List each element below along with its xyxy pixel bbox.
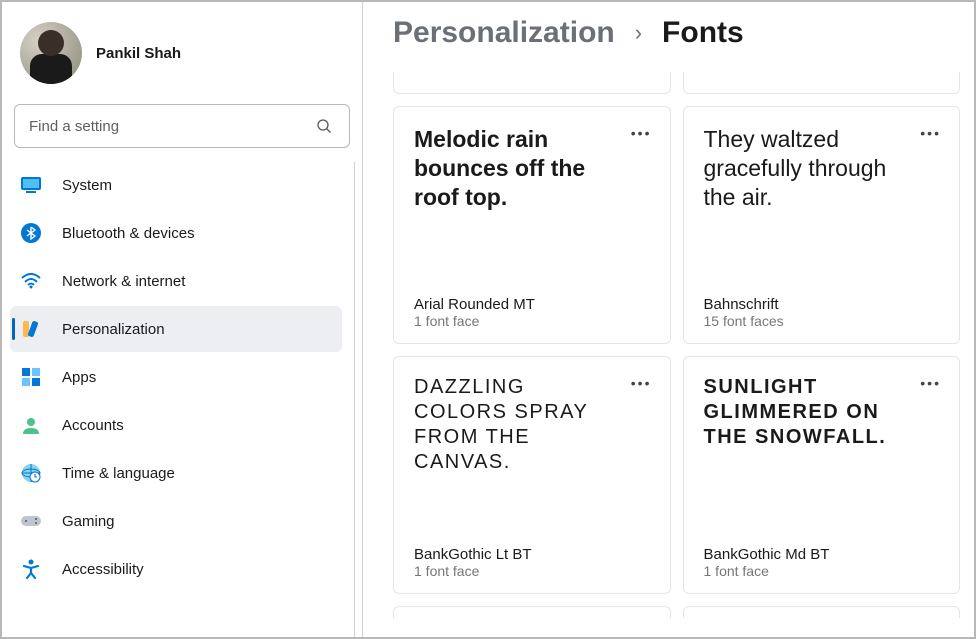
chevron-right-icon: › xyxy=(635,20,642,46)
sidebar-item-label: Time & language xyxy=(62,465,175,482)
gaming-icon xyxy=(20,510,42,532)
sidebar-item-label: System xyxy=(62,177,112,194)
sidebar-item-label: Accessibility xyxy=(62,561,144,578)
sidebar-item-label: Gaming xyxy=(62,513,115,530)
apps-icon xyxy=(20,366,42,388)
font-faces: 1 font face xyxy=(414,563,650,579)
font-card-partial[interactable] xyxy=(683,606,961,618)
font-faces: 15 font faces xyxy=(704,313,940,329)
accessibility-icon xyxy=(20,558,42,580)
profile-name: Pankil Shah xyxy=(96,45,181,62)
sidebar-item-label: Network & internet xyxy=(62,273,185,290)
font-name: BankGothic Lt BT xyxy=(414,546,650,563)
avatar xyxy=(20,22,82,84)
font-grid: ••• Melodic rain bounces off the roof to… xyxy=(393,72,960,618)
wifi-icon xyxy=(20,270,42,292)
font-name: Arial Rounded MT xyxy=(414,296,650,313)
more-icon[interactable]: ••• xyxy=(627,123,656,143)
font-preview: Melodic rain bounces off the roof top. xyxy=(414,125,650,288)
sidebar-item-bluetooth[interactable]: Bluetooth & devices xyxy=(10,210,342,256)
font-name: BankGothic Md BT xyxy=(704,546,940,563)
font-card[interactable]: ••• Dazzling colors spray from the canva… xyxy=(393,356,671,594)
search-icon xyxy=(313,115,335,137)
accounts-icon xyxy=(20,414,42,436)
sidebar-item-label: Personalization xyxy=(62,321,165,338)
font-faces: 1 font face xyxy=(704,563,940,579)
more-icon[interactable]: ••• xyxy=(627,373,656,393)
sidebar-item-label: Accounts xyxy=(62,417,124,434)
font-card-partial[interactable] xyxy=(393,72,671,94)
nav: System Bluetooth & devices Network & int… xyxy=(10,162,355,637)
sidebar-item-accessibility[interactable]: Accessibility xyxy=(10,546,342,592)
breadcrumb-current: Fonts xyxy=(662,16,744,50)
breadcrumb-parent[interactable]: Personalization xyxy=(393,16,615,50)
time-language-icon xyxy=(20,462,42,484)
sidebar-item-gaming[interactable]: Gaming xyxy=(10,498,342,544)
sidebar-item-system[interactable]: System xyxy=(10,162,342,208)
font-preview: Sunlight glimmered on the snowfall. xyxy=(704,375,940,538)
personalization-icon xyxy=(20,318,42,340)
font-card[interactable]: ••• Sunlight glimmered on the snowfall. … xyxy=(683,356,961,594)
font-preview: Dazzling colors spray from the canvas. xyxy=(414,375,650,538)
sidebar-item-personalization[interactable]: Personalization xyxy=(10,306,342,352)
font-name: Bahnschrift xyxy=(704,296,940,313)
font-card-partial[interactable] xyxy=(393,606,671,618)
sidebar-item-time-language[interactable]: Time & language xyxy=(10,450,342,496)
font-card[interactable]: ••• They waltzed gracefully through the … xyxy=(683,106,961,344)
more-icon[interactable]: ••• xyxy=(916,373,945,393)
search-box[interactable] xyxy=(14,104,350,148)
bluetooth-icon xyxy=(20,222,42,244)
breadcrumb: Personalization › Fonts xyxy=(393,16,960,72)
font-preview: They waltzed gracefully through the air. xyxy=(704,125,940,288)
system-icon xyxy=(20,174,42,196)
font-card-partial[interactable] xyxy=(683,72,961,94)
sidebar: Pankil Shah System Bluetooth & xyxy=(2,2,362,637)
sidebar-item-accounts[interactable]: Accounts xyxy=(10,402,342,448)
sidebar-item-label: Apps xyxy=(62,369,96,386)
sidebar-item-label: Bluetooth & devices xyxy=(62,225,195,242)
sidebar-item-network[interactable]: Network & internet xyxy=(10,258,342,304)
sidebar-item-apps[interactable]: Apps xyxy=(10,354,342,400)
font-faces: 1 font face xyxy=(414,313,650,329)
more-icon[interactable]: ••• xyxy=(916,123,945,143)
search-input[interactable] xyxy=(29,118,313,135)
main: Personalization › Fonts ••• Melodic rain… xyxy=(362,2,974,637)
profile[interactable]: Pankil Shah xyxy=(10,16,354,104)
font-card[interactable]: ••• Melodic rain bounces off the roof to… xyxy=(393,106,671,344)
